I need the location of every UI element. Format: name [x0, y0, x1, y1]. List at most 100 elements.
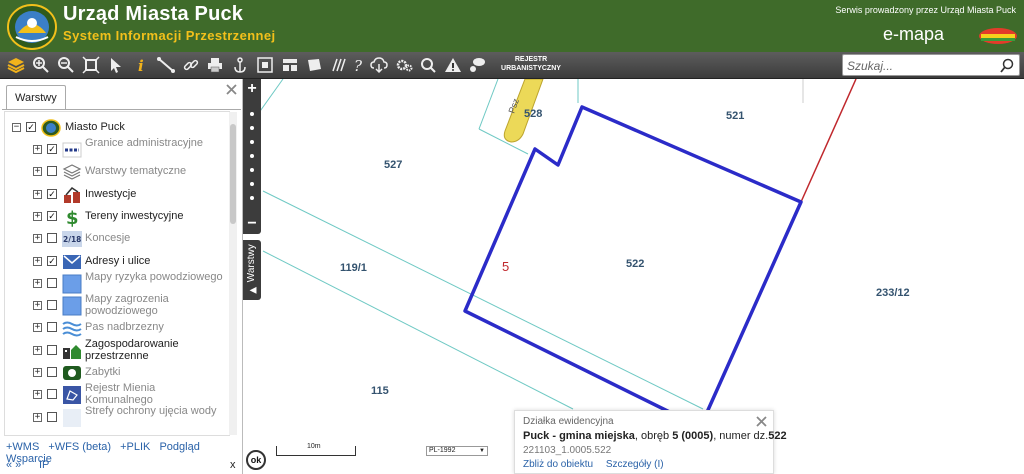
layer-row[interactable]: + Mapy zagrozenia powodziowego [5, 293, 229, 317]
popup-close-icon[interactable] [756, 416, 767, 427]
layer-row[interactable]: + ✓ Granice administracyjne [5, 137, 229, 160]
help-icon[interactable]: ? [349, 55, 369, 75]
hatch-icon[interactable] [329, 55, 349, 75]
root-checkbox[interactable]: ✓ [26, 122, 36, 132]
urban-register-button[interactable]: REJESTR URBANISTYCZNY [496, 55, 566, 73]
add-file-link[interactable]: +PLIK [120, 441, 150, 453]
zoom-in-button[interactable]: + [243, 81, 261, 97]
parcel-label-119-1[interactable]: 119/1 [340, 262, 367, 274]
info-icon[interactable]: i [131, 55, 151, 75]
layer-checkbox[interactable] [47, 233, 57, 244]
preview-link[interactable]: Podgląd [159, 441, 199, 453]
parcel-label-522[interactable]: 522 [626, 258, 644, 270]
layer-row[interactable]: + Pas nadbrzezny [5, 318, 229, 338]
zoom-level-dot[interactable] [250, 126, 254, 130]
layer-checkbox[interactable] [47, 344, 57, 355]
collapse-toggle-link[interactable]: « » [6, 459, 21, 471]
polygon-icon[interactable] [304, 55, 324, 75]
geosystem-logo[interactable] [978, 27, 1018, 45]
zoom-level-dot[interactable] [250, 140, 254, 144]
zoom-out-icon[interactable] [56, 55, 76, 75]
zoom-level-dot[interactable] [250, 112, 254, 116]
layer-scroll-thumb[interactable] [230, 124, 236, 224]
ok-button[interactable]: ok [246, 450, 266, 470]
layer-checkbox[interactable] [47, 322, 57, 333]
parcel-label-521[interactable]: 521 [726, 110, 744, 122]
zoom-out-button[interactable]: − [243, 216, 261, 232]
layer-row[interactable]: + Mapy ryzyka powodziowego [5, 271, 229, 294]
zoom-level-dot[interactable] [250, 196, 254, 200]
tab-layers[interactable]: Warstwy [6, 85, 66, 109]
crs-select[interactable]: PL-1992 ▼ [426, 446, 488, 456]
expand-expander[interactable]: + [33, 256, 42, 266]
link-icon[interactable] [181, 55, 201, 75]
add-wfs-link[interactable]: +WFS (beta) [48, 441, 111, 453]
layer-checkbox[interactable] [47, 389, 57, 400]
layer-row[interactable]: + Zagospodarowanie przestrzenne [5, 338, 229, 362]
measure-line-icon[interactable] [156, 55, 176, 75]
layers-side-tab[interactable]: ▶ Warstwy [243, 240, 261, 300]
expand-expander[interactable]: + [33, 211, 42, 221]
expand-expander[interactable]: + [33, 412, 42, 422]
zoom-level-dot[interactable] [250, 168, 254, 172]
layer-checkbox[interactable]: ✓ [47, 255, 57, 266]
zoom-in-icon[interactable] [31, 55, 51, 75]
layer-checkbox[interactable]: ✓ [47, 210, 57, 221]
layer-checkbox[interactable] [47, 300, 57, 311]
layer-checkbox[interactable] [47, 277, 57, 288]
coat-of-arms-logo[interactable] [6, 3, 58, 50]
settings-gear-icon[interactable] [394, 55, 414, 75]
warning-icon[interactable] [443, 55, 463, 75]
ip-link[interactable]: IP [39, 459, 49, 471]
parcel-label-233-12[interactable]: 233/12 [876, 287, 910, 299]
bottom-close-link[interactable]: x [230, 459, 236, 471]
tree-root[interactable]: − ✓ Miasto Puck [5, 118, 229, 138]
layers-icon[interactable] [6, 55, 26, 75]
parcel-label-115[interactable]: 115 [371, 385, 389, 397]
expand-expander[interactable]: + [33, 323, 42, 333]
layer-row[interactable]: + ✓ Inwestycje [5, 185, 229, 205]
parcel-label-527[interactable]: 527 [384, 159, 402, 171]
layer-row[interactable]: + Strefy ochrony ujęcia wody [5, 405, 229, 428]
expand-expander[interactable]: + [33, 167, 42, 177]
layer-row[interactable]: + Warstwy tematyczne [5, 162, 229, 182]
add-wms-link[interactable]: +WMS [6, 441, 39, 453]
select-arrow-icon[interactable] [106, 55, 126, 75]
expand-expander[interactable]: + [33, 301, 42, 311]
search-map-icon[interactable] [418, 55, 438, 75]
collapse-expander[interactable]: − [12, 123, 21, 132]
print-icon[interactable] [205, 55, 225, 75]
boundary-red-line [800, 79, 857, 203]
layer-checkbox[interactable]: ✓ [47, 188, 57, 199]
layer-row[interactable]: + ✓ Adresy i ulice [5, 252, 229, 272]
overview-map-icon[interactable] [255, 55, 275, 75]
layout-icon[interactable] [280, 55, 300, 75]
layer-checkbox[interactable]: ✓ [47, 144, 57, 154]
cloud-download-icon[interactable] [369, 55, 389, 75]
details-link[interactable]: Szczegóły (I) [606, 459, 664, 470]
search-icon[interactable] [1000, 58, 1015, 73]
expand-expander[interactable]: + [33, 345, 42, 355]
comment-pin-icon[interactable] [467, 55, 487, 75]
layer-row[interactable]: + Rejestr Mienia Komunalnego [5, 382, 229, 406]
layer-checkbox[interactable] [47, 367, 57, 377]
layer-row[interactable]: + Zabytki [5, 363, 229, 383]
anchor-icon[interactable] [230, 55, 250, 75]
parcel-label-528[interactable]: 528 [524, 108, 542, 120]
search-input[interactable] [847, 57, 997, 74]
expand-expander[interactable]: + [33, 234, 42, 244]
layer-row[interactable]: +2/18 Koncesje [5, 229, 229, 249]
zoom-level-dot[interactable] [250, 154, 254, 158]
panel-close-icon[interactable] [226, 84, 237, 95]
expand-expander[interactable]: + [33, 145, 42, 154]
expand-expander[interactable]: + [33, 278, 42, 288]
layer-checkbox[interactable] [47, 166, 57, 177]
zoom-level-dot[interactable] [250, 182, 254, 186]
expand-expander[interactable]: + [33, 390, 42, 400]
zoom-to-object-link[interactable]: Zbliż do obiektu [523, 459, 593, 470]
layer-checkbox[interactable] [47, 411, 57, 422]
expand-expander[interactable]: + [33, 189, 42, 199]
expand-expander[interactable]: + [33, 368, 42, 377]
full-extent-icon[interactable] [81, 55, 101, 75]
layer-row[interactable]: + ✓ $ Tereny inwestycyjne [5, 207, 229, 229]
